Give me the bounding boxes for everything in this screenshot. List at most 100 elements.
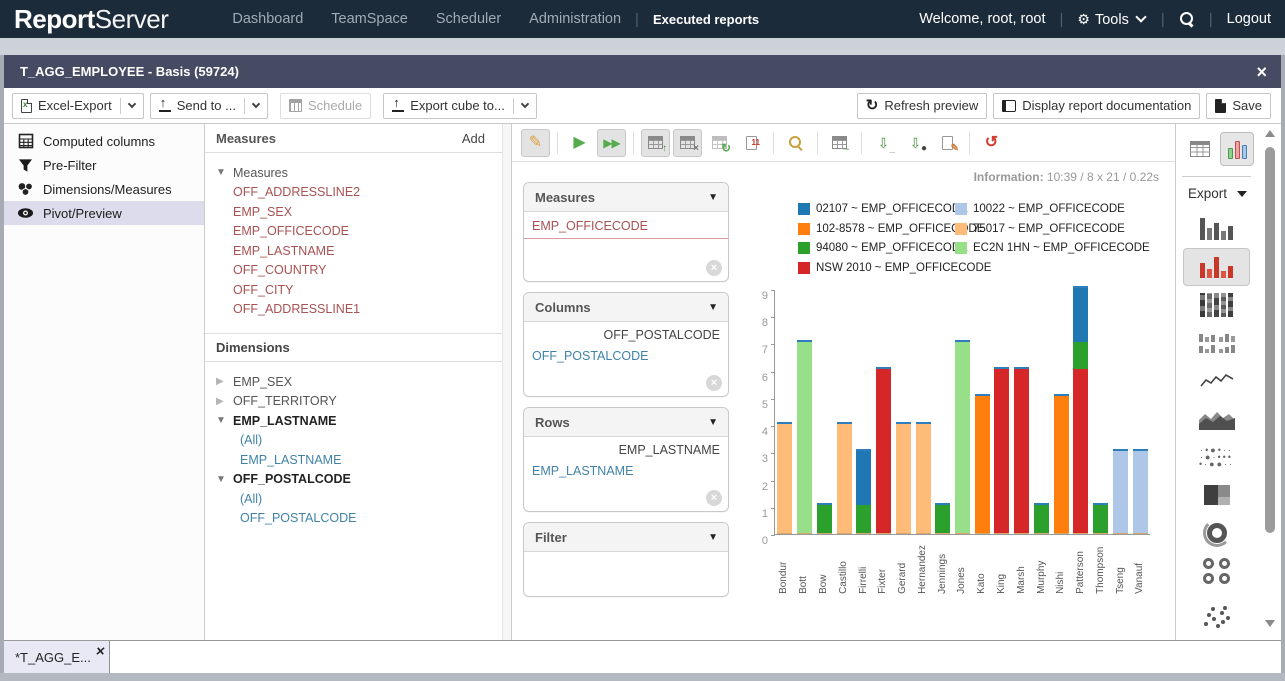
bar-vanauf[interactable]: [1133, 449, 1148, 534]
reset-button[interactable]: ↺: [977, 129, 1006, 157]
bar-murphy[interactable]: [1034, 503, 1049, 534]
chevron-down-icon[interactable]: [1135, 11, 1146, 22]
chart-type-treemap[interactable]: [1183, 476, 1250, 514]
send-to-button[interactable]: Send to ...: [150, 93, 268, 119]
add-measure-button[interactable]: Add: [462, 131, 485, 146]
menu-teamspace[interactable]: TeamSpace: [331, 11, 408, 27]
chart-type-bar[interactable]: [1183, 210, 1250, 248]
chart-type-full-stacked[interactable]: [1183, 286, 1250, 324]
sidebar-item-pivot-preview[interactable]: Pivot/Preview: [4, 201, 204, 225]
table-export-button[interactable]: →: [825, 129, 854, 157]
chart-type-small-multiples[interactable]: [1183, 324, 1250, 362]
remove-field-icon[interactable]: ×: [706, 375, 722, 391]
dimension-node[interactable]: OFF_TERRITORY: [233, 394, 337, 408]
table-clear-button[interactable]: ×: [673, 129, 702, 157]
chart-type-dot-matrix[interactable]: ·•●•···●·••••·●●··: [1183, 438, 1250, 476]
download-result-button[interactable]: ⇩_: [869, 129, 898, 157]
bar-bow[interactable]: [817, 503, 832, 534]
run-all-button[interactable]: ▶▶: [597, 129, 626, 157]
bar-marsh[interactable]: [1014, 367, 1029, 534]
caret-expanded-icon[interactable]: ▼: [216, 167, 228, 178]
measures-root-node[interactable]: ▼Measures: [205, 163, 511, 183]
bar-tseng[interactable]: [1113, 449, 1128, 534]
measure-field[interactable]: EMP_SEX: [233, 205, 292, 219]
measure-field[interactable]: OFF_CITY: [233, 283, 293, 297]
dimension-level[interactable]: EMP_LASTNAME: [240, 453, 341, 467]
sidebar-item-dimensions-measures[interactable]: Dimensions/Measures: [4, 177, 204, 201]
dimension-node[interactable]: EMP_SEX: [233, 375, 292, 389]
dropzone-field[interactable]: OFF_POSTALCODE: [524, 344, 728, 368]
main-scrollbar[interactable]: [1262, 126, 1278, 632]
measure-field[interactable]: EMP_LASTNAME: [233, 244, 334, 258]
sidebar-item-pre-filter[interactable]: Pre-Filter: [4, 153, 204, 177]
bar-patterson[interactable]: [1073, 286, 1088, 534]
caret-collapsed-icon[interactable]: ▶: [216, 396, 228, 407]
dropzone-header[interactable]: Measures▼: [524, 183, 728, 212]
search-icon[interactable]: [1179, 11, 1195, 27]
measure-field[interactable]: OFF_COUNTRY: [233, 263, 327, 277]
dimension-node[interactable]: EMP_LASTNAME: [233, 414, 336, 428]
scrollbar-thumb[interactable]: [1265, 147, 1275, 533]
bar-fixter[interactable]: [876, 367, 891, 534]
chart-type-scatter[interactable]: [1183, 590, 1250, 640]
caret-collapsed-icon[interactable]: ▶: [216, 376, 228, 387]
bar-kato[interactable]: [975, 394, 990, 534]
bar-nishi[interactable]: [1054, 394, 1069, 534]
chart-type-multi-donut[interactable]: [1183, 552, 1250, 590]
remove-field-icon[interactable]: ×: [706, 490, 722, 506]
remove-field-icon[interactable]: ×: [706, 260, 722, 276]
dimension-level[interactable]: (All): [240, 433, 262, 447]
dimension-node[interactable]: OFF_POSTALCODE: [233, 472, 351, 486]
measure-field[interactable]: OFF_ADDRESSLINE1: [233, 302, 360, 316]
bar-jones[interactable]: [955, 340, 970, 534]
close-icon[interactable]: ×: [1256, 63, 1267, 81]
report-tab[interactable]: *T_AGG_E... ×: [4, 641, 110, 673]
search-button[interactable]: [781, 129, 810, 157]
mdx-view-button[interactable]: 11: [737, 129, 766, 157]
logout-link[interactable]: Logout: [1227, 11, 1271, 27]
measure-field[interactable]: EMP_OFFICECODE: [233, 224, 349, 238]
bar-bott[interactable]: [797, 340, 812, 534]
bar-firrelli[interactable]: [856, 449, 871, 534]
bar-castillo[interactable]: [837, 422, 852, 534]
refresh-preview-button[interactable]: ↻ Refresh preview: [857, 93, 988, 119]
download-data-button[interactable]: ⇩●: [901, 129, 930, 157]
fields-panel-scrollbar[interactable]: [502, 124, 511, 640]
dropzone-field[interactable]: EMP_OFFICECODE: [524, 212, 728, 239]
menu-executed-reports[interactable]: Executed reports: [653, 12, 759, 27]
menu-administration[interactable]: Administration: [529, 11, 621, 27]
chart-type-line[interactable]: [1183, 362, 1250, 400]
save-button[interactable]: Save: [1206, 93, 1271, 119]
caret-expanded-icon[interactable]: ▼: [216, 415, 228, 426]
menu-dashboard[interactable]: Dashboard: [232, 11, 303, 27]
export-dropdown[interactable]: Export: [1188, 186, 1247, 201]
bar-jennings[interactable]: [935, 503, 950, 534]
chart-type-bar-stacked-selected[interactable]: [1183, 248, 1250, 286]
excel-export-button[interactable]: Excel-Export: [12, 93, 144, 119]
display-documentation-button[interactable]: Display report documentation: [993, 93, 1200, 119]
dimension-level[interactable]: (All): [240, 492, 262, 506]
bar-hernandez[interactable]: [916, 422, 931, 534]
dropzone-header[interactable]: Filter▼: [524, 523, 728, 552]
tab-close-icon[interactable]: ×: [95, 643, 106, 660]
dropzone-field[interactable]: EMP_LASTNAME: [524, 459, 728, 483]
menu-scheduler[interactable]: Scheduler: [436, 11, 501, 27]
chart-type-area[interactable]: [1183, 400, 1250, 438]
dropzone-header[interactable]: Columns▼: [524, 293, 728, 322]
tools-menu[interactable]: ⚙Tools: [1077, 11, 1128, 28]
table-view-toggle[interactable]: [1183, 132, 1217, 166]
export-cube-button[interactable]: Export cube to...: [383, 93, 537, 119]
measure-field[interactable]: OFF_ADDRESSLINE2: [233, 185, 360, 199]
table-import-button[interactable]: ↑: [641, 129, 670, 157]
caret-expanded-icon[interactable]: ▼: [216, 474, 228, 485]
run-query-button[interactable]: ▶: [565, 129, 594, 157]
scroll-up-arrow[interactable]: [1265, 130, 1275, 137]
edit-pencil-button[interactable]: ✎: [521, 129, 550, 157]
bar-bondur[interactable]: [777, 422, 792, 534]
app-logo[interactable]: ReportServer: [14, 4, 168, 35]
chart-view-toggle[interactable]: [1220, 132, 1254, 166]
table-refresh-button[interactable]: ↻: [705, 129, 734, 157]
sidebar-item-computed-columns[interactable]: Computed columns: [4, 129, 204, 153]
scroll-down-arrow[interactable]: [1265, 620, 1275, 627]
dimension-level[interactable]: OFF_POSTALCODE: [240, 511, 356, 525]
